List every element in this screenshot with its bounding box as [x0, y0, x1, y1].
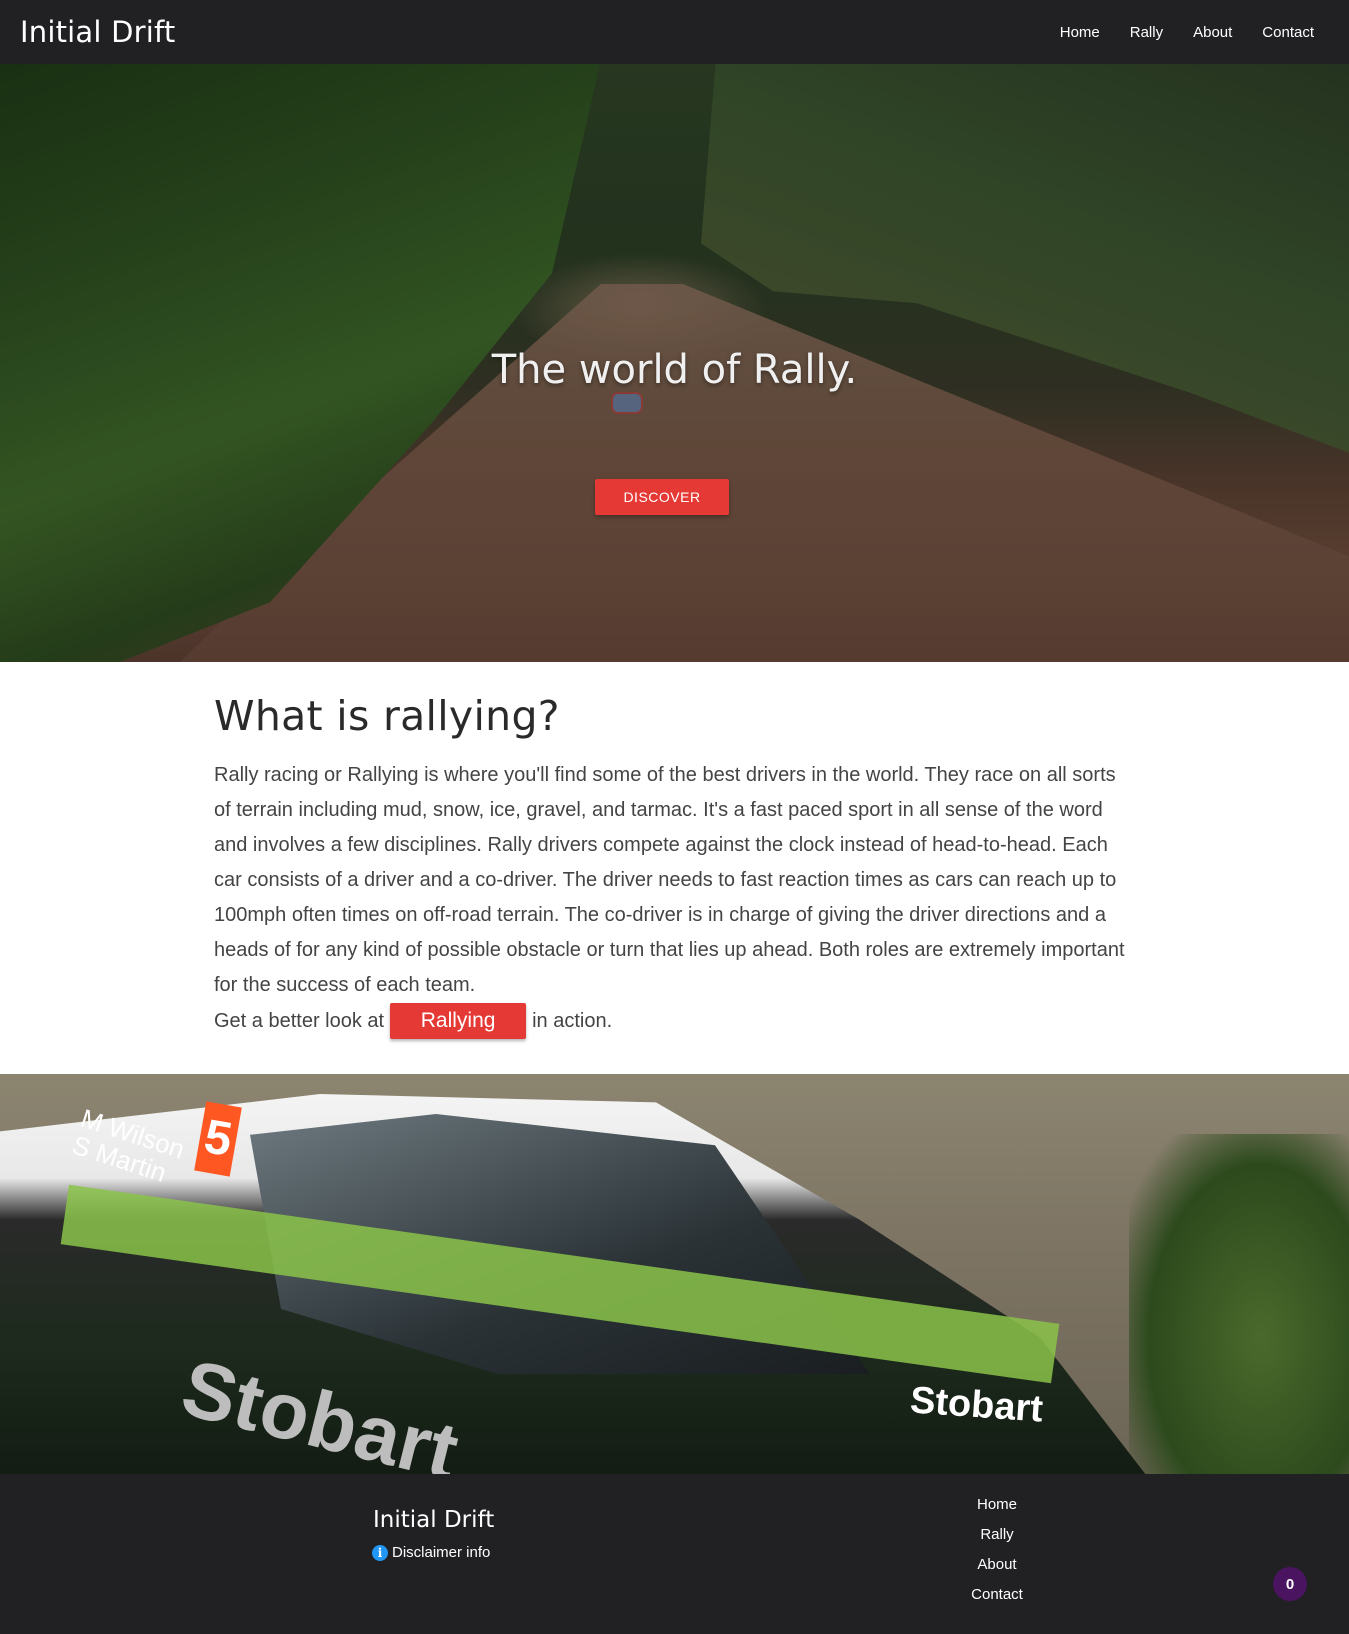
- footer-link-rally[interactable]: Rally: [897, 1520, 1097, 1550]
- page-footer: Initial Drift i Disclaimer info Home Ral…: [0, 1474, 1349, 1634]
- cta-prefix: Get a better look at: [214, 1009, 385, 1032]
- hero-title: The world of Rally.: [491, 347, 858, 393]
- cta-line: Get a better look at Rallying in action.: [214, 1003, 1134, 1039]
- footer-links: Home Rally About Contact: [897, 1490, 1097, 1610]
- brand-logo[interactable]: Initial Drift: [20, 15, 175, 49]
- notification-badge[interactable]: 0: [1273, 1567, 1307, 1601]
- rally-car-image: M Wilson S Martin 5 Stobart Stobart: [0, 1074, 1349, 1474]
- nav-link-about[interactable]: About: [1178, 24, 1247, 41]
- section-heading: What is rallying?: [214, 692, 560, 740]
- cta-suffix: in action.: [532, 1009, 613, 1032]
- top-navbar: Initial Drift Home Rally About Contact: [0, 0, 1349, 64]
- footer-link-contact[interactable]: Contact: [897, 1580, 1097, 1610]
- hero-banner: The world of Rally. DISCOVER: [0, 64, 1349, 662]
- info-icon: i: [372, 1544, 388, 1561]
- car-image-bushes: [1129, 1134, 1349, 1474]
- rallying-button[interactable]: Rallying: [390, 1003, 527, 1039]
- nav-link-rally[interactable]: Rally: [1115, 24, 1178, 41]
- discover-button[interactable]: DISCOVER: [595, 479, 729, 515]
- section-paragraph: Rally racing or Rallying is where you'll…: [214, 764, 1125, 996]
- nav-links: Home Rally About Contact: [1045, 24, 1329, 41]
- disclaimer-label: Disclaimer info: [392, 1544, 491, 1561]
- nav-link-contact[interactable]: Contact: [1247, 24, 1329, 41]
- disclaimer-link[interactable]: i Disclaimer info: [372, 1544, 490, 1561]
- footer-link-about[interactable]: About: [897, 1550, 1097, 1580]
- footer-brand: Initial Drift: [373, 1507, 495, 1533]
- nav-link-home[interactable]: Home: [1045, 24, 1115, 41]
- footer-link-home[interactable]: Home: [897, 1490, 1097, 1520]
- car-sponsor-front: Stobart: [908, 1379, 1045, 1431]
- about-section: What is rallying? Rally racing or Rallyi…: [214, 692, 1134, 1039]
